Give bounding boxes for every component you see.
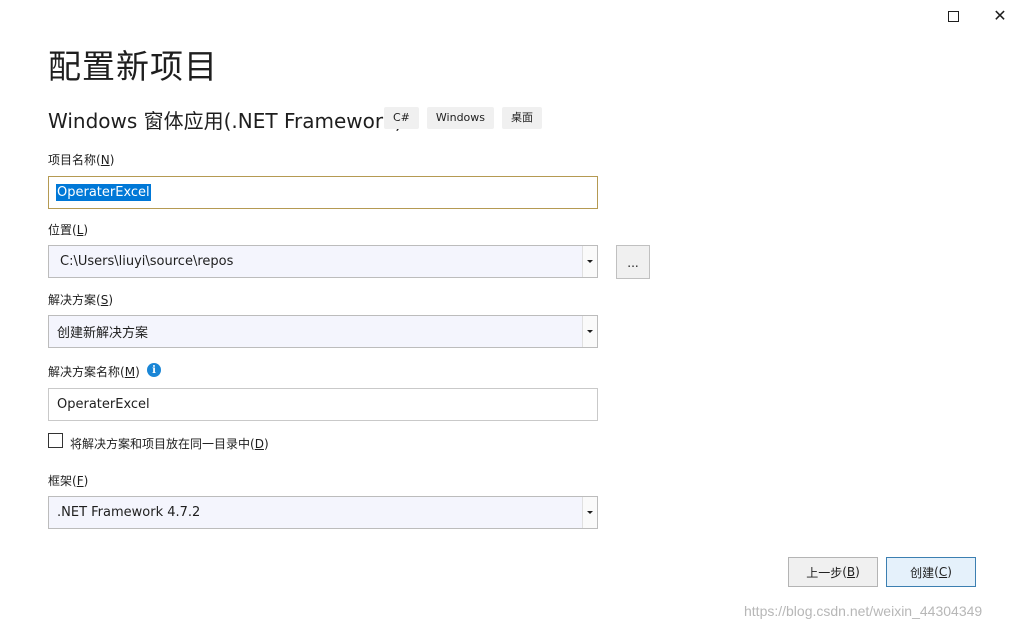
solution-combobox[interactable]: 创建新解决方案 (48, 315, 598, 348)
info-icon[interactable]: i (147, 363, 161, 377)
location-dropdown-arrow[interactable] (582, 246, 597, 277)
project-name-value: OperaterExcel (56, 184, 151, 201)
tag-language: C# (384, 107, 419, 129)
browse-button[interactable]: ... (616, 245, 650, 279)
solution-name-input[interactable]: OperaterExcel (48, 388, 598, 421)
framework-combobox[interactable]: .NET Framework 4.7.2 (48, 496, 598, 529)
template-name: Windows 窗体应用(.NET Framework) (48, 109, 403, 133)
same-directory-checkbox[interactable] (48, 433, 63, 448)
maximize-button[interactable] (930, 0, 976, 32)
solution-name-value: OperaterExcel (57, 397, 150, 412)
location-label: 位置(L) (48, 223, 89, 237)
maximize-icon (947, 10, 959, 22)
close-icon: ✕ (993, 6, 1007, 25)
location-value: C:\Users\liuyi\source\repos (60, 254, 234, 269)
chevron-down-icon (587, 511, 593, 514)
chevron-down-icon (587, 330, 593, 333)
solution-dropdown-arrow[interactable] (582, 316, 597, 347)
solution-name-label: 解决方案名称(M) (48, 365, 140, 379)
solution-label: 解决方案(S) (48, 293, 114, 307)
chevron-down-icon (587, 260, 593, 263)
location-combobox[interactable]: C:\Users\liuyi\source\repos (48, 245, 598, 278)
create-button[interactable]: 创建(C) (886, 557, 976, 587)
framework-label: 框架(F) (48, 474, 89, 488)
tag-platform: Windows (426, 107, 495, 129)
framework-value: .NET Framework 4.7.2 (57, 505, 201, 520)
watermark-text: https://blog.csdn.net/weixin_44304349 (744, 603, 983, 619)
project-name-label: 项目名称(N) (48, 153, 115, 167)
page-title: 配置新项目 (48, 47, 218, 86)
tag-project-type: 桌面 (502, 107, 543, 129)
same-directory-label[interactable]: 将解决方案和项目放在同一目录中(D) (70, 435, 269, 452)
project-name-input[interactable]: OperaterExcel (48, 176, 598, 209)
close-button[interactable]: ✕ (977, 0, 1023, 32)
solution-value: 创建新解决方案 (57, 326, 149, 341)
framework-dropdown-arrow[interactable] (582, 497, 597, 528)
back-button[interactable]: 上一步(B) (788, 557, 878, 587)
template-tags: C# Windows 桌面 (384, 107, 543, 129)
